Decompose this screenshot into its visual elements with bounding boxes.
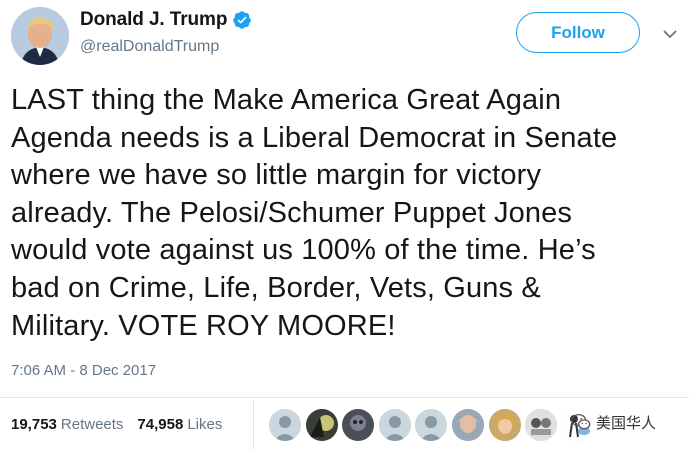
user-photo-icon <box>525 409 558 441</box>
author-name-row: Donald J. Trump <box>80 9 252 31</box>
tweet-stats: 19,753 Retweets 74,958 Likes <box>11 416 236 433</box>
user-photo-icon <box>451 409 484 441</box>
default-avatar-icon <box>269 409 301 441</box>
tweet-card: Donald J. Trump @realDonaldTrump Follow … <box>0 0 689 453</box>
default-avatar-icon <box>378 409 411 441</box>
wechat-icon <box>571 414 591 430</box>
liker-avatar[interactable] <box>304 408 339 442</box>
likes-label: Likes <box>187 416 223 433</box>
watermark: 美国华人 <box>570 411 656 433</box>
tweet-timestamp[interactable]: 7:06 AM - 8 Dec 2017 <box>11 362 156 379</box>
chevron-down-icon[interactable] <box>662 26 678 42</box>
liker-avatar[interactable] <box>524 408 559 442</box>
retweets-stat[interactable]: 19,753 Retweets <box>11 416 123 433</box>
author-avatar[interactable] <box>11 7 69 65</box>
user-photo-icon <box>342 409 375 441</box>
retweets-count: 19,753 <box>11 416 57 433</box>
likes-stat[interactable]: 74,958 Likes <box>137 416 222 433</box>
liker-avatars <box>268 408 597 442</box>
liker-avatar[interactable] <box>450 408 485 442</box>
default-avatar-icon <box>415 409 448 441</box>
likes-count: 74,958 <box>137 416 184 433</box>
liker-avatar[interactable] <box>377 408 412 442</box>
liker-avatar[interactable] <box>268 408 302 442</box>
author-display-name[interactable]: Donald J. Trump <box>80 9 227 31</box>
author-handle[interactable]: @realDonaldTrump <box>80 38 219 56</box>
verified-badge-icon <box>233 11 252 29</box>
tweet-text: LAST thing the Make America Great Again … <box>11 84 618 342</box>
retweets-label: Retweets <box>60 416 124 433</box>
liker-avatar[interactable] <box>341 408 376 442</box>
user-photo-icon <box>488 409 521 441</box>
liker-avatar[interactable] <box>414 408 449 442</box>
profile-photo-icon <box>11 7 69 65</box>
watermark-text: 美国华人 <box>596 413 657 432</box>
stats-separator <box>253 400 254 450</box>
liker-avatar[interactable] <box>487 408 522 442</box>
user-photo-icon <box>305 409 338 441</box>
follow-button[interactable]: Follow <box>516 12 640 53</box>
divider <box>0 397 689 398</box>
